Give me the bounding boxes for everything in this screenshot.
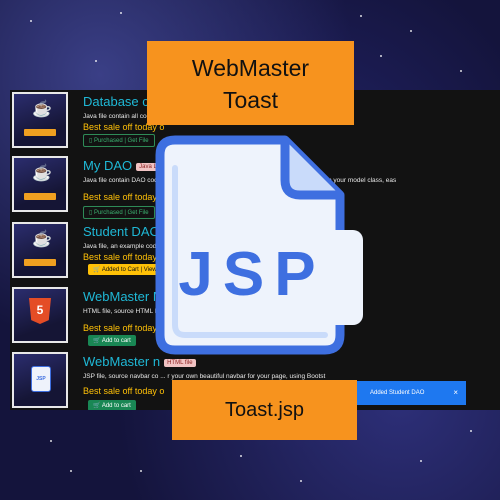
cart-icon: 🛒 (93, 267, 102, 273)
banner-title-line: WebMaster (191, 55, 310, 81)
toast-notification: Added Student DAO × (356, 381, 466, 405)
product-thumbnail[interactable]: ☕ (12, 92, 68, 148)
product-sale-text: Best sale off today o (83, 386, 165, 396)
cart-icon: 🛒 (93, 403, 102, 409)
jsp-icon-text: JSP (178, 240, 325, 309)
product-thumbnail[interactable]: 5 (12, 287, 68, 343)
cart-icon: 🛒 (93, 338, 102, 344)
product-thumbnail[interactable]: ☕ (12, 156, 68, 212)
jsp-file-icon: JSP (155, 135, 363, 355)
product-thumbnail[interactable]: JSP (12, 352, 68, 408)
close-icon[interactable]: × (453, 381, 458, 405)
html5-icon: 5 (29, 298, 51, 324)
java-cup-icon: ☕ (32, 231, 52, 248)
java-cup-icon: ☕ (32, 101, 52, 118)
product-thumbnail[interactable]: ☕ (12, 222, 68, 278)
banner-title: WebMaster Toast (147, 41, 354, 125)
banner-title-line: Toast (223, 87, 278, 113)
thumbnail-tag (24, 129, 56, 136)
filename-label: Toast.jsp (172, 380, 357, 440)
product-title[interactable]: Database co (83, 94, 156, 109)
java-cup-icon: ☕ (32, 165, 52, 182)
thumbnail-tag (24, 193, 56, 200)
jsp-file-icon: JSP (31, 366, 51, 392)
thumbnail-tag (24, 259, 56, 266)
toast-message: Added Student DAO (370, 390, 425, 396)
add-to-cart-button[interactable]: 🛒 Add to cart (88, 335, 136, 346)
add-to-cart-button[interactable]: 🛒 Add to cart (88, 400, 136, 410)
